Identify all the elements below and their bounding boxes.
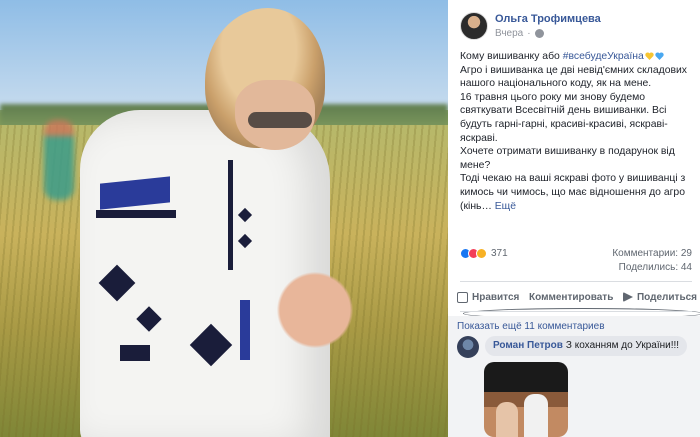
comment-label: Комментировать xyxy=(528,291,614,303)
post-text-para: 16 травня цього року ми знову будемо свя… xyxy=(460,91,668,144)
comment-button[interactable]: Комментировать xyxy=(463,291,700,319)
share-icon xyxy=(622,292,633,302)
reaction-icons[interactable] xyxy=(460,247,487,259)
post-time: Вчера · xyxy=(495,28,601,39)
reactions-row: 371 Комментарии: 29 xyxy=(460,246,692,260)
post-actions: Нравится Комментировать Поделиться xyxy=(454,288,700,319)
commenter-name[interactable]: Роман Петров xyxy=(493,340,563,351)
embroidery-pattern xyxy=(120,345,150,361)
post-text-line1: Кому вишиванку або #всебудеУкраїна xyxy=(460,50,692,64)
embroidery-pattern xyxy=(240,300,250,360)
photo-sunglasses xyxy=(248,112,312,128)
photo-hands xyxy=(270,265,360,355)
wow-reaction-icon xyxy=(476,247,487,259)
commenter-avatar[interactable] xyxy=(457,336,479,358)
author-meta: Ольга Трофимцева Вчера · xyxy=(495,13,601,39)
comment-count[interactable]: Комментарии: 29 xyxy=(612,248,692,259)
post-photo[interactable] xyxy=(0,0,448,437)
divider xyxy=(460,281,692,282)
like-label: Нравится xyxy=(472,291,520,303)
comment-text: З коханням до України!!! xyxy=(565,340,680,351)
author-avatar[interactable] xyxy=(460,12,488,40)
comment-attached-photo[interactable] xyxy=(484,362,568,437)
photo-person xyxy=(524,394,548,437)
post-text-para: Тоді чекаю на ваші яскраві фото у вишива… xyxy=(460,172,692,213)
post-header: Ольга Трофимцева Вчера · xyxy=(460,10,700,42)
post-panel: Ольга Трофимцева Вчера · Кому вишиванку … xyxy=(448,0,700,437)
share-label: Поделиться xyxy=(636,291,697,303)
hashtag-link[interactable]: #всебудеУкраїна xyxy=(563,51,644,62)
divider xyxy=(460,311,692,312)
heart-icon xyxy=(645,52,654,60)
embroidery-pattern xyxy=(228,160,233,270)
comment-item: Роман Петров З коханням до України!!! xyxy=(457,336,697,358)
heart-icon xyxy=(655,52,664,60)
author-name[interactable]: Ольга Трофимцева xyxy=(495,13,601,25)
share-count[interactable]: Поделились: 44 xyxy=(460,262,692,273)
see-more-link[interactable]: Ещё xyxy=(495,201,516,212)
globe-icon xyxy=(534,29,544,38)
comments-section: Показать ещё 11 комментариев Роман Петро… xyxy=(448,316,700,437)
photo-background-person xyxy=(44,120,74,200)
like-button[interactable]: Нравится xyxy=(454,291,522,303)
like-icon xyxy=(457,291,468,303)
post-text-para: Агро і вишиванка це дві невід'ємних скла… xyxy=(460,64,687,90)
reaction-count[interactable]: 371 xyxy=(491,248,508,259)
comment-bubble: Роман Петров З коханням до України!!! xyxy=(485,336,688,356)
post-timestamp[interactable]: Вчера xyxy=(495,28,523,39)
photo-person xyxy=(496,402,518,437)
post-text-para: Хочете отримати вишиванку в подарунок ві… xyxy=(460,146,675,171)
post-text: Кому вишиванку або #всебудеУкраїна Агро … xyxy=(460,50,692,213)
show-more-comments-link[interactable]: Показать ещё 11 комментариев xyxy=(457,321,605,332)
embroidery-pattern xyxy=(96,210,176,218)
post-text-lead: Кому вишиванку або xyxy=(460,51,563,62)
share-button[interactable]: Поделиться xyxy=(620,292,700,303)
